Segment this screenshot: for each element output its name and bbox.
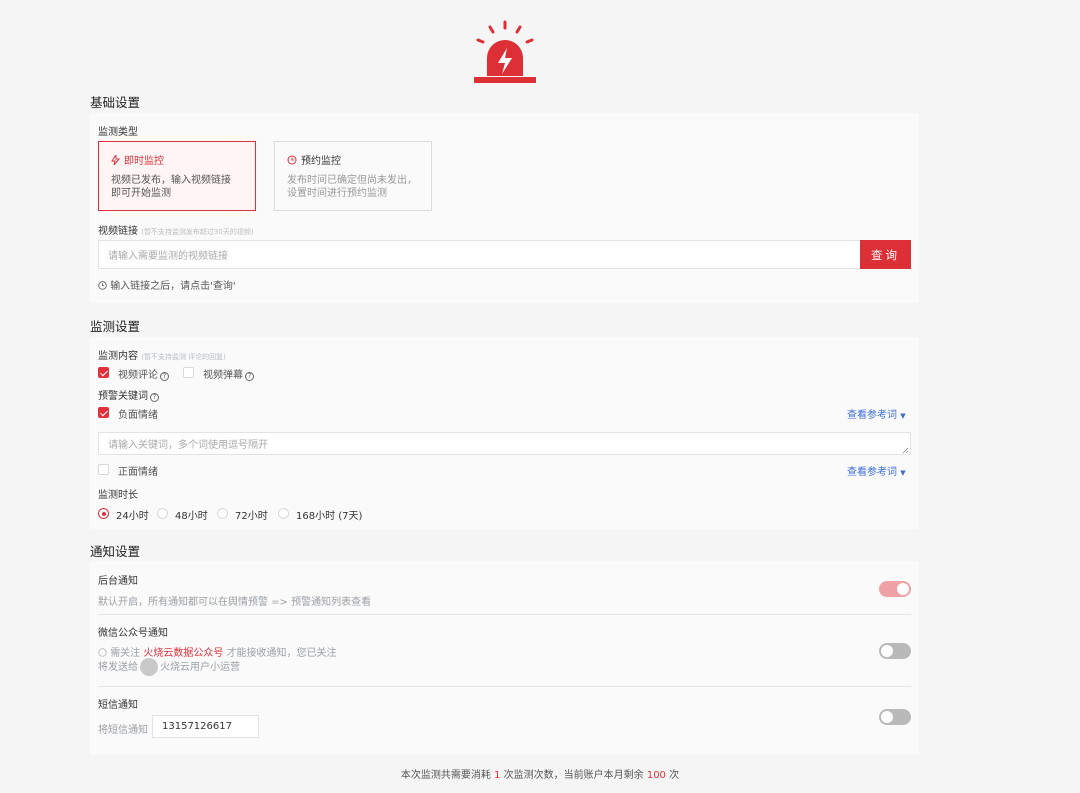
negative-emotion-label: 负面情绪 <box>118 410 158 421</box>
warning-keyword-text: 预警关键词 <box>98 391 148 402</box>
sms-notify-label: 将短信通知 <box>98 725 148 736</box>
video-comment-label: 视频评论? <box>118 366 169 381</box>
notify-settings-title: 通知设置 <box>90 544 141 559</box>
wechat-send-text: 将发送给 <box>98 662 138 673</box>
backend-notify-title: 后台通知 <box>98 576 138 587</box>
video-danmu-text: 视频弹幕 <box>203 370 243 381</box>
query-tip: 输入链接之后，请点击'查询' <box>98 277 236 292</box>
cost-summary: 本次监测共需要消耗 1 次监测次数，当前账户本月剩余 100 次 <box>0 766 1080 781</box>
help-icon[interactable]: ? <box>245 372 254 381</box>
wechat-notify-title: 微信公众号通知 <box>98 628 168 639</box>
video-danmu-label: 视频弹幕? <box>203 366 254 381</box>
video-danmu-checkbox[interactable] <box>183 367 194 378</box>
wechat-notify-desc: 需关注 火烧云数据公众号 才能接收通知，您已关注 <box>98 644 337 659</box>
instant-monitor-title: 即时监控 <box>124 156 164 167</box>
backend-notify-toggle[interactable] <box>879 581 911 597</box>
sms-phone-input[interactable]: 13157126617 <box>152 715 259 738</box>
wechat-send-to: 将发送给 火烧云用户小运营 <box>98 658 240 676</box>
query-button[interactable]: 查询 <box>860 240 911 269</box>
negative-emotion-checkbox[interactable] <box>98 407 109 418</box>
clock-tip-icon <box>98 281 107 290</box>
view-reference-text: 查看参考词 <box>847 467 897 478</box>
video-link-label: 视频链接 (暂不支持监测发布超过30天的视频) <box>98 222 254 237</box>
monitor-content-hint: (暂不支持监测 评论的回复) <box>141 353 226 361</box>
duration-radio-24h[interactable] <box>98 508 109 519</box>
cost-mid: 次监测次数，当前账户本月剩余 <box>503 770 644 781</box>
view-reference-text: 查看参考词 <box>847 410 897 421</box>
wechat-notify-toggle[interactable] <box>879 643 911 659</box>
positive-emotion-label: 正面情绪 <box>118 467 158 478</box>
scheduled-monitor-desc-1: 发布时间已确定但尚未发出， <box>287 175 417 186</box>
sms-notify-toggle[interactable] <box>879 709 911 725</box>
monitor-content-label-text: 监测内容 <box>98 351 138 362</box>
video-comment-text: 视频评论 <box>118 370 158 381</box>
scheduled-monitor-desc-2: 设置时间进行预约监测 <box>287 188 387 199</box>
view-reference-words-link-positive[interactable]: 查看参考词 ▼ <box>847 463 906 478</box>
monitor-type-label: 监测类型 <box>98 127 138 138</box>
divider <box>98 686 911 687</box>
duration-radio-168h[interactable] <box>278 508 289 519</box>
cost-post: 次 <box>669 770 680 781</box>
resize-handle-icon[interactable] <box>902 447 909 454</box>
monitor-settings-title: 监测设置 <box>90 319 141 334</box>
duration-radio-72h[interactable] <box>217 508 228 519</box>
view-reference-words-link-negative[interactable]: 查看参考词 ▼ <box>847 406 906 421</box>
monitor-duration-label: 监测时长 <box>98 490 138 501</box>
query-tip-text: 输入链接之后，请点击'查询' <box>110 281 236 292</box>
instant-monitor-desc-2: 即可开始监测 <box>111 188 171 199</box>
sms-notify-title: 短信通知 <box>98 700 138 711</box>
duration-label-24h: 24小时 <box>116 511 149 522</box>
monitor-content-label: 监测内容 (暂不支持监测 评论的回复) <box>98 347 226 362</box>
video-comment-checkbox[interactable] <box>98 367 109 378</box>
video-link-label-text: 视频链接 <box>98 226 138 237</box>
duration-radio-48h[interactable] <box>157 508 168 519</box>
instant-monitor-card[interactable]: 即时监控 视频已发布，输入视频链接 即可开始监测 <box>98 141 256 211</box>
duration-label-168h: 168小时 (7天) <box>296 511 363 522</box>
video-link-input[interactable]: 请输入需要监测的视频链接 <box>98 240 861 269</box>
clock-icon <box>287 155 297 164</box>
circle-info-icon <box>98 648 107 657</box>
backend-notify-desc: 默认开启，所有通知都可以在舆情预警 => 预警通知列表查看 <box>98 597 372 608</box>
wechat-user-name: 火烧云用户小运营 <box>160 662 240 673</box>
basic-settings-title: 基础设置 <box>90 95 141 110</box>
avatar <box>140 658 158 676</box>
caret-down-icon: ▼ <box>900 469 906 477</box>
warning-keyword-label: 预警关键词? <box>98 387 159 402</box>
scheduled-monitor-title: 预约监控 <box>301 156 341 167</box>
instant-monitor-desc-1: 视频已发布，输入视频链接 <box>111 175 231 186</box>
alarm-logo-icon <box>474 20 536 83</box>
cost-count: 1 <box>494 770 501 781</box>
lightning-icon <box>111 154 120 165</box>
positive-emotion-checkbox[interactable] <box>98 464 109 475</box>
help-icon[interactable]: ? <box>150 393 159 402</box>
caret-down-icon: ▼ <box>900 412 906 420</box>
scheduled-monitor-card[interactable]: 预约监控 发布时间已确定但尚未发出， 设置时间进行预约监测 <box>274 141 432 211</box>
duration-label-48h: 48小时 <box>175 511 208 522</box>
duration-label-72h: 72小时 <box>235 511 268 522</box>
divider <box>98 614 911 615</box>
remaining-count: 100 <box>646 770 666 781</box>
wechat-post-text: 才能接收通知，您已关注 <box>226 648 337 659</box>
video-link-hint: (暂不支持监测发布超过30天的视频) <box>141 228 254 236</box>
cost-pre: 本次监测共需要消耗 <box>400 770 491 781</box>
keyword-textarea[interactable]: 请输入关键词，多个词使用逗号隔开 <box>98 432 911 455</box>
help-icon[interactable]: ? <box>160 372 169 381</box>
